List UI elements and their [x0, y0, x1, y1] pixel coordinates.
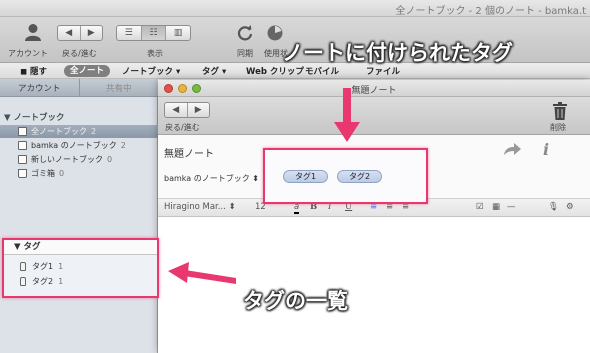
card-view-button[interactable]: ▥ [166, 26, 190, 40]
checkbox-button[interactable]: ☑ [476, 202, 484, 212]
filter-all-notes[interactable]: 全ノート [64, 65, 111, 77]
card-icon: ▥ [173, 28, 183, 38]
trash-icon [18, 169, 27, 178]
person-icon [25, 24, 41, 41]
sidebar-item-trash[interactable]: ゴミ箱 0 [0, 167, 158, 180]
forward-arrow-icon: ▶ [87, 28, 95, 38]
back-forward-label: 戻る/進む [62, 49, 97, 58]
snippet-view-button[interactable]: ☷ [141, 26, 167, 40]
list-icon: ☰ [124, 28, 133, 38]
trash-icon [553, 102, 567, 120]
note-back-button[interactable]: ◀ [165, 103, 188, 117]
note-tag-pill[interactable]: タグ1 [283, 170, 329, 183]
info-icon: i [542, 139, 550, 159]
sidebar-item-tag2[interactable]: タグ2 1 [4, 274, 157, 288]
note-title-field[interactable]: 無題ノート [164, 145, 214, 160]
horizontal-rule-icon: — [507, 202, 516, 212]
note-forward-button[interactable]: ▶ [188, 103, 210, 117]
filter-tag[interactable]: タグ ▾ [202, 65, 226, 77]
list-view-button[interactable]: ☰ [117, 26, 142, 40]
font-selector[interactable]: Hiragino Mar... ⬍ [164, 202, 236, 212]
hide-button[interactable]: ◼ 隠す [20, 65, 47, 77]
note-window-titlebar: 無題ノート [158, 80, 590, 97]
table-icon: ▦ [492, 202, 501, 212]
sync-label: 同期 [237, 49, 253, 58]
share-arrow-icon [504, 142, 521, 155]
horizontal-rule-button[interactable]: — [507, 202, 516, 212]
view-label: 表示 [147, 49, 163, 58]
back-arrow-icon: ◀ [65, 28, 73, 38]
sidebar: アカウント 共有中 ▼ ノートブック 全ノートブック 2 bamka のノートブ… [0, 79, 158, 353]
sidebar-item-new-notebook[interactable]: 新しいノートブック 0 [0, 153, 158, 166]
account-label: アカウント [8, 49, 48, 58]
forward-arrow-icon: ▶ [194, 105, 202, 115]
annotation-tag-list: タグの一覧 [243, 289, 348, 313]
note-tags-field[interactable]: タグ1 タグ2 [263, 148, 428, 204]
filter-notebook[interactable]: ノートブック ▾ [122, 65, 180, 77]
window-title: 全ノートブック - 2 個のノート - bamka.t [395, 6, 586, 17]
back-arrow-icon: ◀ [172, 105, 180, 115]
stack-icon [18, 127, 27, 136]
delete-button[interactable] [550, 101, 570, 121]
note-body-editor[interactable] [158, 217, 590, 353]
notebooks-header[interactable]: ▼ ノートブック [4, 111, 65, 123]
sidebar-item-bamka-notebook[interactable]: bamka のノートブック 2 [0, 139, 158, 152]
tag-icon [20, 276, 26, 286]
record-audio-button[interactable]: 🎙 [548, 202, 559, 212]
sync-button[interactable] [234, 22, 256, 44]
forward-button[interactable]: ▶ [81, 26, 103, 40]
chevron-updown-icon: ⬍ [252, 174, 259, 183]
note-window: 無題ノート ◀ ▶ 戻る/進む 削除 無題ノート bamka のノートブック ⬍ [158, 80, 590, 353]
note-tag-pill[interactable]: タグ2 [337, 170, 383, 183]
note-back-forward-control: ◀ ▶ [164, 102, 210, 118]
main-titlebar: 全ノートブック - 2 個のノート - bamka.t [0, 0, 590, 17]
notebook-icon [18, 155, 27, 164]
tag-icon [20, 261, 26, 271]
hide-checkbox-icon: ◼ [20, 67, 31, 77]
tab-shared[interactable]: 共有中 [80, 79, 159, 96]
table-button[interactable]: ▦ [492, 202, 500, 212]
gear-icon: ⚙ [566, 202, 574, 212]
notebook-selector[interactable]: bamka のノートブック ⬍ [164, 173, 259, 184]
share-button[interactable] [502, 141, 522, 157]
note-window-toolbar: ◀ ▶ 戻る/進む 削除 [158, 97, 590, 135]
attachment-button[interactable]: ⚙ [566, 202, 574, 212]
snippet-icon: ☷ [149, 28, 158, 38]
back-forward-control: ◀ ▶ [57, 25, 103, 41]
chevron-updown-icon: ⬍ [225, 202, 236, 212]
tab-account[interactable]: アカウント [0, 79, 80, 96]
checkbox-icon: ☑ [476, 202, 484, 212]
sidebar-tags-section: ▼ タグ タグ1 1 タグ2 1 [2, 238, 159, 298]
view-mode-control: ☰ ☷ ▥ [116, 25, 191, 41]
microphone-icon: 🎙 [548, 202, 559, 212]
delete-label: 削除 [550, 123, 566, 132]
back-button[interactable]: ◀ [58, 26, 81, 40]
note-back-forward-label: 戻る/進む [165, 123, 200, 132]
sync-icon [237, 25, 253, 41]
annotation-note-tags: ノートに付けられたタグ [282, 41, 513, 65]
account-button[interactable] [22, 21, 44, 43]
notebook-icon [18, 141, 27, 150]
sidebar-tabs: アカウント 共有中 [0, 79, 158, 97]
note-window-title: 無題ノート [351, 86, 397, 96]
sidebar-item-all-notebooks[interactable]: 全ノートブック 2 [0, 125, 158, 138]
sidebar-item-tag1[interactable]: タグ1 1 [4, 259, 157, 273]
tags-header[interactable]: ▼ タグ [4, 240, 157, 255]
info-button[interactable]: i [538, 139, 554, 159]
